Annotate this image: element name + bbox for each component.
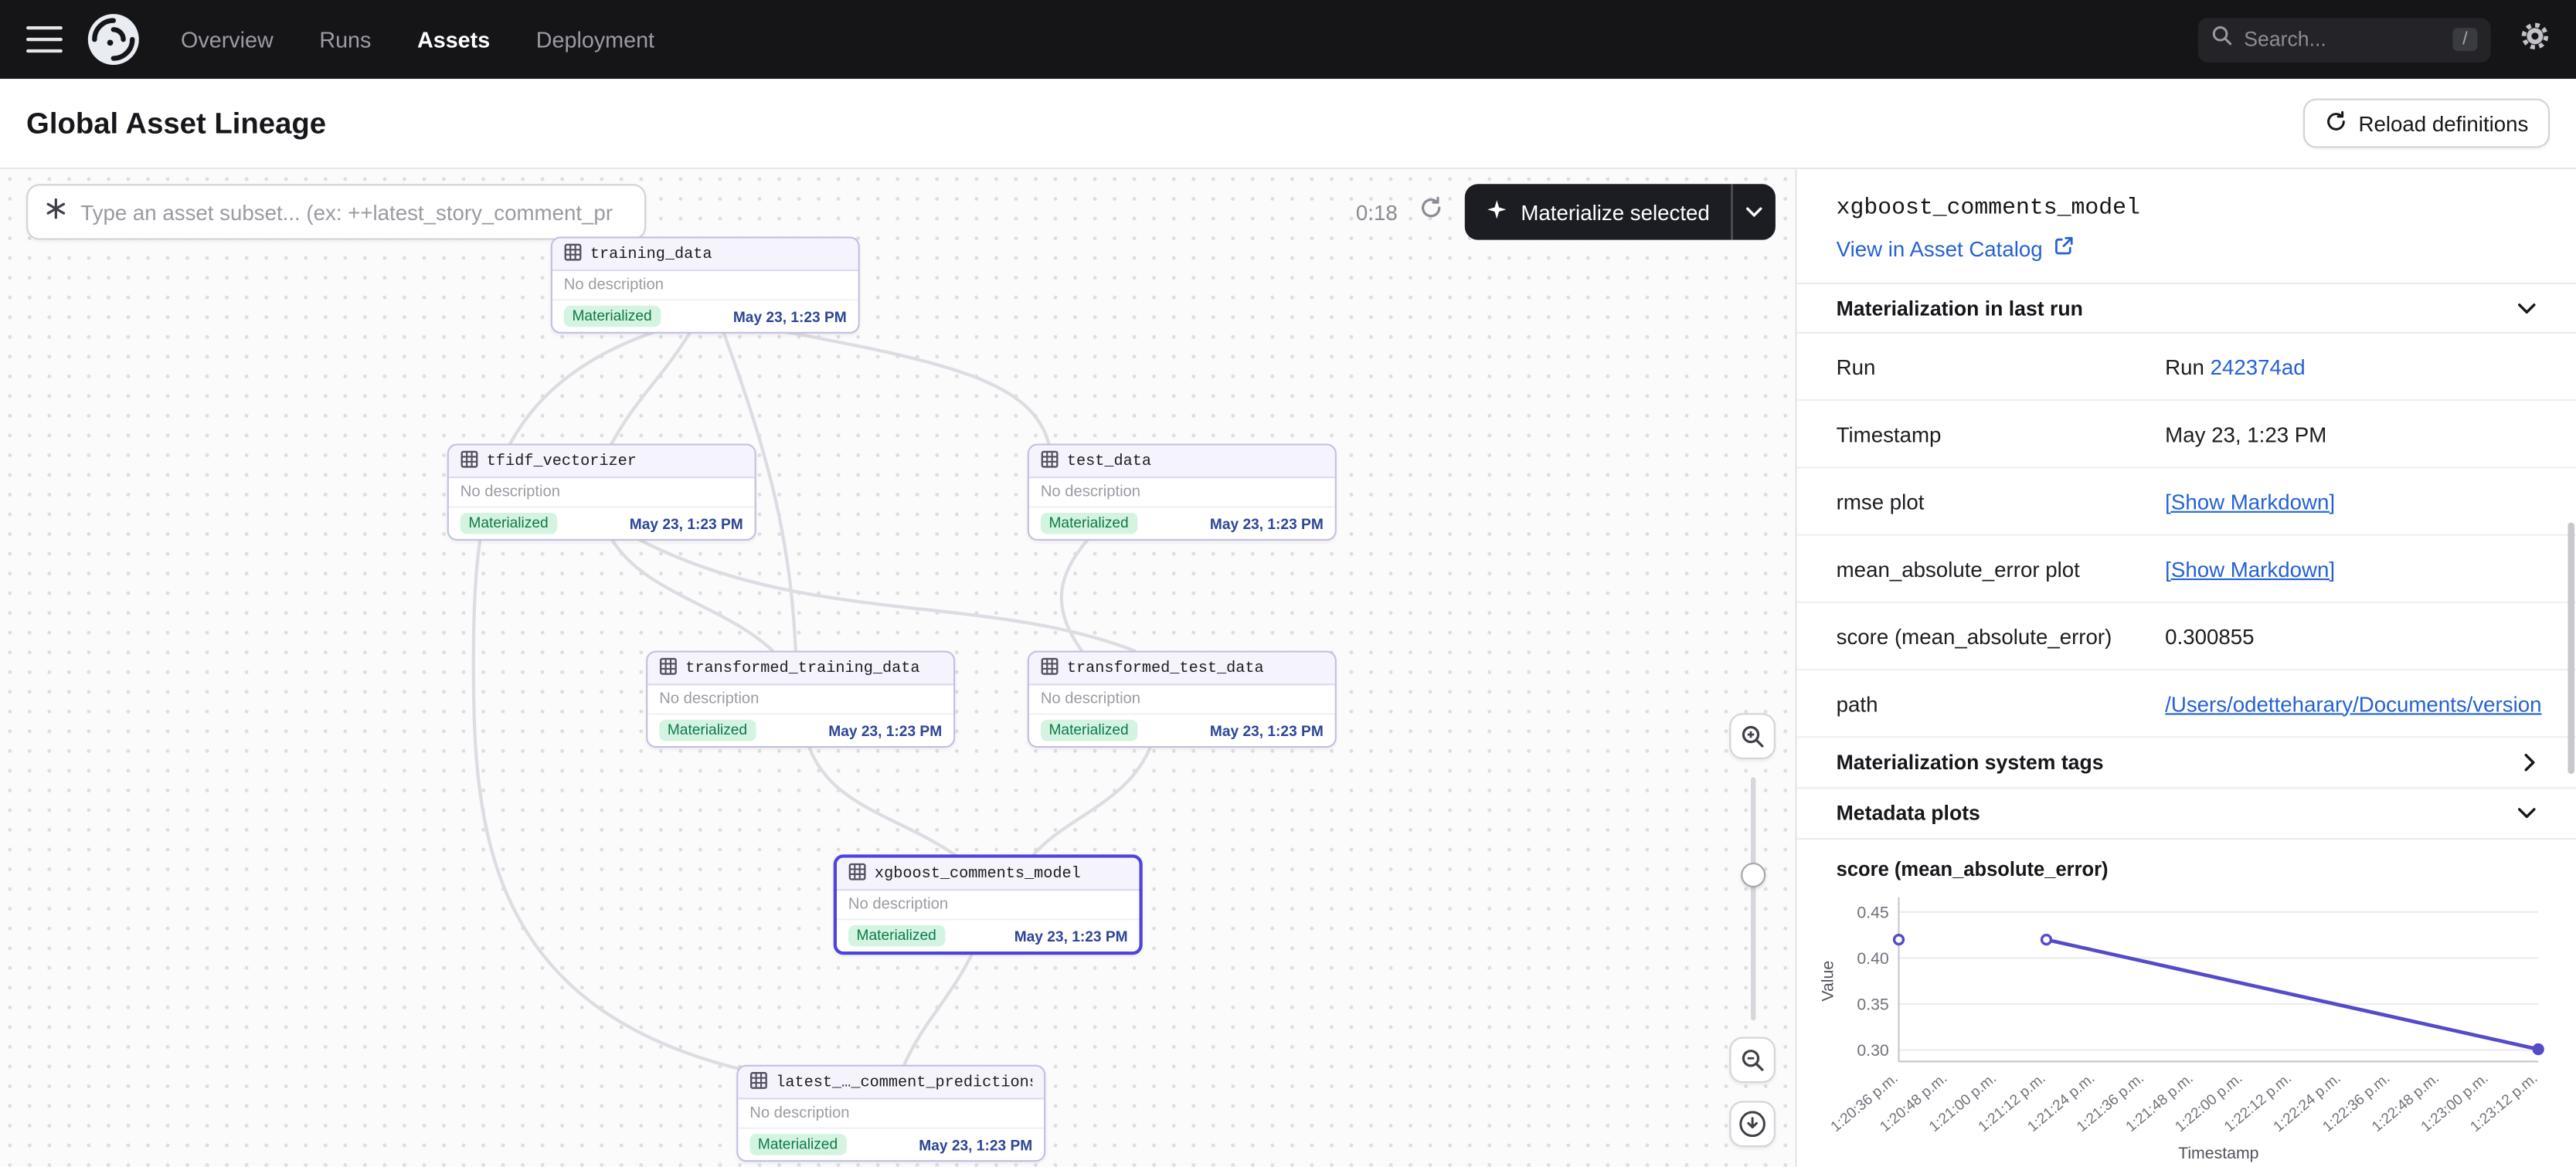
top-nav: Overview Runs Assets Deployment /: [0, 0, 2576, 79]
global-search[interactable]: /: [2198, 17, 2491, 61]
asset-node-test-data[interactable]: test_data No description MaterializedMay…: [1028, 443, 1337, 541]
status-badge: Materialized: [659, 720, 756, 741]
main-content: 0:18 Materialize selected: [0, 169, 2576, 1167]
table-icon: [1041, 446, 1059, 476]
view-in-asset-catalog-link[interactable]: View in Asset Catalog: [1837, 235, 2074, 261]
asset-node-training-data[interactable]: training_data No description Materialize…: [551, 236, 860, 334]
section-metadata-plots[interactable]: Metadata plots: [1797, 789, 2576, 840]
materialize-selected-button[interactable]: Materialize selected: [1465, 184, 1731, 239]
dagster-logo[interactable]: [86, 12, 141, 67]
table-icon: [749, 1067, 767, 1097]
svg-text:Value: Value: [1818, 961, 1837, 1002]
zoom-slider-track[interactable]: [1751, 777, 1755, 1020]
status-badge: Materialized: [460, 513, 557, 534]
search-icon: [2211, 25, 2233, 54]
svg-text:0.45: 0.45: [1857, 903, 1888, 921]
search-shortcut-badge: /: [2452, 28, 2477, 51]
section-system-tags[interactable]: Materialization system tags: [1797, 738, 2576, 789]
nav-items: Overview Runs Assets Deployment: [181, 27, 654, 52]
external-link-icon: [2052, 235, 2074, 261]
asset-detail-sidebar: xgboost_comments_model View in Asset Cat…: [1795, 169, 2576, 1167]
attr-row-path: path /Users/odetteharary/Documents/versi…: [1797, 670, 2576, 738]
table-icon: [460, 446, 478, 476]
chevron-right-icon: [2523, 752, 2537, 772]
metadata-plot-title: score (mean_absolute_error): [1797, 840, 2576, 884]
zoom-out-icon: [1739, 1047, 1765, 1073]
nav-right: /: [2198, 17, 2550, 61]
show-markdown-link[interactable]: [Show Markdown]: [2165, 489, 2335, 514]
zoom-out-button[interactable]: [1729, 1037, 1776, 1084]
asset-lineage-graph: 0:18 Materialize selected: [0, 169, 1795, 1167]
status-badge: Materialized: [1041, 513, 1137, 534]
zoom-slider-knob[interactable]: [1740, 863, 1765, 887]
chevron-down-icon: [2517, 301, 2537, 314]
asset-graph-icon: [44, 196, 67, 227]
page-title: Global Asset Lineage: [26, 106, 326, 141]
reload-definitions-button[interactable]: Reload definitions: [2302, 99, 2550, 148]
svg-text:Timestamp: Timestamp: [2178, 1144, 2258, 1162]
asset-subset-input[interactable]: [80, 200, 628, 225]
refresh-icon: [2324, 109, 2347, 137]
page-header: Global Asset Lineage Reload definitions: [0, 79, 2576, 169]
arrow-down-circle-icon: [1738, 1109, 1767, 1138]
run-id-link[interactable]: 242374ad: [2211, 355, 2306, 379]
asset-title: xgboost_comments_model: [1837, 195, 2537, 222]
metadata-plot: 0.300.350.400.451:20:36 p.m.1:20:48 p.m.…: [1797, 884, 2576, 1167]
zoom-in-button[interactable]: [1729, 713, 1776, 759]
nav-item-assets[interactable]: Assets: [417, 27, 490, 52]
zoom-in-icon: [1739, 723, 1765, 749]
chevron-down-icon: [2517, 807, 2537, 820]
nav-item-overview[interactable]: Overview: [181, 27, 274, 52]
table-icon: [848, 859, 866, 888]
asset-node-xgboost-comments-model[interactable]: xgboost_comments_model No description Ma…: [834, 854, 1143, 955]
graph-toolbar-right: 0:18 Materialize selected: [1356, 184, 1776, 239]
settings-gear-icon[interactable]: [2520, 21, 2550, 59]
score-line-chart: 0.300.350.400.451:20:36 p.m.1:20:48 p.m.…: [1816, 887, 2558, 1163]
attr-row-mae-plot: mean_absolute_error plot [Show Markdown]: [1797, 536, 2576, 603]
materialize-split-button: Materialize selected: [1465, 184, 1776, 239]
status-badge: Materialized: [1041, 720, 1137, 741]
search-input[interactable]: [2244, 28, 2441, 51]
asset-filter-box: [26, 184, 646, 239]
sidebar-scrollbar[interactable]: [2568, 523, 2574, 775]
svg-text:0.40: 0.40: [1857, 949, 1888, 968]
asset-node-transformed-test-data[interactable]: transformed_test_data No description Mat…: [1028, 651, 1337, 748]
table-icon: [1041, 653, 1059, 683]
asset-node-tfidf-vectorizer[interactable]: tfidf_vectorizer No description Material…: [447, 443, 756, 541]
refresh-timer: 0:18: [1356, 200, 1398, 225]
menu-icon[interactable]: [26, 26, 63, 53]
materialize-dropdown-button[interactable]: [1731, 184, 1775, 239]
path-link[interactable]: /Users/odetteharary/Documents/version: [2165, 691, 2541, 716]
refresh-graph-icon[interactable]: [1419, 195, 1443, 229]
attr-row-timestamp: Timestamp May 23, 1:23 PM: [1797, 401, 2576, 468]
nav-item-deployment[interactable]: Deployment: [536, 27, 654, 52]
asset-node-transformed-training-data[interactable]: transformed_training_data No description…: [646, 651, 955, 748]
status-badge: Materialized: [749, 1134, 846, 1155]
chevron-down-icon: [1746, 207, 1762, 217]
attr-row-rmse-plot: rmse plot [Show Markdown]: [1797, 468, 2576, 535]
sparkle-icon: [1487, 198, 1508, 225]
table-icon: [659, 653, 677, 683]
attr-row-run: Run Run 242374ad: [1797, 334, 2576, 401]
fit-view-button[interactable]: [1729, 1101, 1776, 1148]
nav-item-runs[interactable]: Runs: [319, 27, 371, 52]
asset-node-latest-comment-predictions[interactable]: latest_…_comment_predictions No descript…: [736, 1065, 1045, 1162]
section-materialization-last-run[interactable]: Materialization in last run: [1797, 283, 2576, 334]
svg-text:0.30: 0.30: [1857, 1041, 1888, 1060]
zoom-slider[interactable]: [1748, 777, 1758, 1020]
attr-row-score: score (mean_absolute_error) 0.300855: [1797, 603, 2576, 670]
status-badge: Materialized: [564, 306, 661, 327]
status-badge: Materialized: [848, 925, 945, 947]
dagster-app: Overview Runs Assets Deployment /: [0, 0, 2576, 1167]
table-icon: [564, 239, 582, 269]
svg-text:0.35: 0.35: [1857, 995, 1888, 1013]
show-markdown-link[interactable]: [Show Markdown]: [2165, 556, 2335, 581]
